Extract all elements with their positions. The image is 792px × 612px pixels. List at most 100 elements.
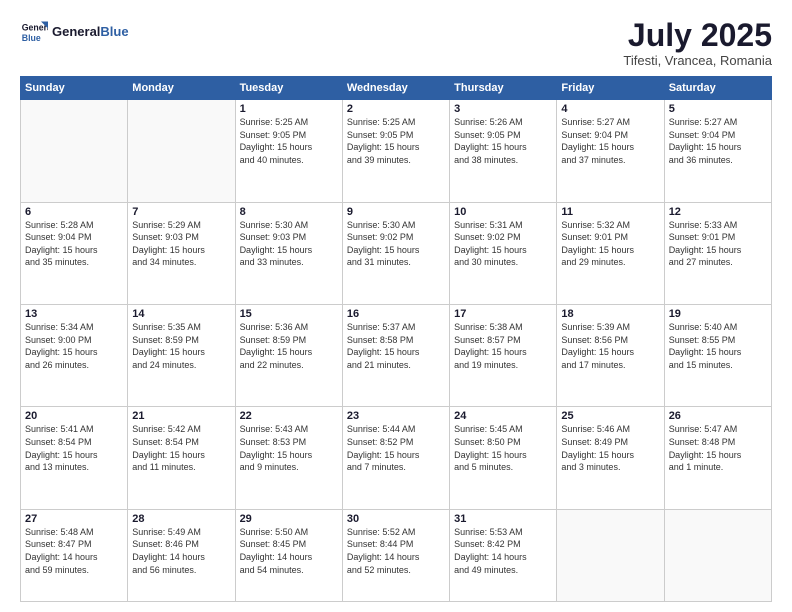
week-row-3: 13Sunrise: 5:34 AM Sunset: 9:00 PM Dayli…	[21, 305, 772, 407]
day-number: 29	[240, 513, 338, 525]
col-saturday: Saturday	[664, 77, 771, 100]
day-info: Sunrise: 5:52 AM Sunset: 8:44 PM Dayligh…	[347, 526, 445, 576]
table-row: 18Sunrise: 5:39 AM Sunset: 8:56 PM Dayli…	[557, 305, 664, 407]
day-info: Sunrise: 5:41 AM Sunset: 8:54 PM Dayligh…	[25, 423, 123, 473]
day-info: Sunrise: 5:35 AM Sunset: 8:59 PM Dayligh…	[132, 321, 230, 371]
day-info: Sunrise: 5:48 AM Sunset: 8:47 PM Dayligh…	[25, 526, 123, 576]
day-number: 19	[669, 308, 767, 320]
day-info: Sunrise: 5:33 AM Sunset: 9:01 PM Dayligh…	[669, 219, 767, 269]
table-row: 29Sunrise: 5:50 AM Sunset: 8:45 PM Dayli…	[235, 509, 342, 601]
day-info: Sunrise: 5:44 AM Sunset: 8:52 PM Dayligh…	[347, 423, 445, 473]
day-info: Sunrise: 5:42 AM Sunset: 8:54 PM Dayligh…	[132, 423, 230, 473]
day-number: 6	[25, 206, 123, 218]
day-number: 18	[561, 308, 659, 320]
day-number: 13	[25, 308, 123, 320]
day-number: 21	[132, 410, 230, 422]
day-number: 2	[347, 103, 445, 115]
day-info: Sunrise: 5:30 AM Sunset: 9:02 PM Dayligh…	[347, 219, 445, 269]
col-sunday: Sunday	[21, 77, 128, 100]
table-row: 24Sunrise: 5:45 AM Sunset: 8:50 PM Dayli…	[450, 407, 557, 509]
subtitle: Tifesti, Vrancea, Romania	[623, 53, 772, 68]
table-row	[128, 100, 235, 202]
table-row: 21Sunrise: 5:42 AM Sunset: 8:54 PM Dayli…	[128, 407, 235, 509]
table-row: 25Sunrise: 5:46 AM Sunset: 8:49 PM Dayli…	[557, 407, 664, 509]
day-number: 5	[669, 103, 767, 115]
day-info: Sunrise: 5:25 AM Sunset: 9:05 PM Dayligh…	[347, 116, 445, 166]
day-number: 23	[347, 410, 445, 422]
day-info: Sunrise: 5:31 AM Sunset: 9:02 PM Dayligh…	[454, 219, 552, 269]
logo-icon: General Blue	[20, 18, 48, 46]
day-info: Sunrise: 5:25 AM Sunset: 9:05 PM Dayligh…	[240, 116, 338, 166]
day-info: Sunrise: 5:37 AM Sunset: 8:58 PM Dayligh…	[347, 321, 445, 371]
table-row: 22Sunrise: 5:43 AM Sunset: 8:53 PM Dayli…	[235, 407, 342, 509]
day-number: 7	[132, 206, 230, 218]
day-info: Sunrise: 5:47 AM Sunset: 8:48 PM Dayligh…	[669, 423, 767, 473]
day-info: Sunrise: 5:53 AM Sunset: 8:42 PM Dayligh…	[454, 526, 552, 576]
day-info: Sunrise: 5:28 AM Sunset: 9:04 PM Dayligh…	[25, 219, 123, 269]
day-info: Sunrise: 5:27 AM Sunset: 9:04 PM Dayligh…	[561, 116, 659, 166]
day-info: Sunrise: 5:40 AM Sunset: 8:55 PM Dayligh…	[669, 321, 767, 371]
main-title: July 2025	[623, 18, 772, 53]
day-number: 31	[454, 513, 552, 525]
table-row: 13Sunrise: 5:34 AM Sunset: 9:00 PM Dayli…	[21, 305, 128, 407]
table-row	[21, 100, 128, 202]
table-row	[557, 509, 664, 601]
day-info: Sunrise: 5:45 AM Sunset: 8:50 PM Dayligh…	[454, 423, 552, 473]
day-info: Sunrise: 5:36 AM Sunset: 8:59 PM Dayligh…	[240, 321, 338, 371]
page: General Blue GeneralBlue July 2025 Tifes…	[0, 0, 792, 612]
day-number: 12	[669, 206, 767, 218]
day-info: Sunrise: 5:50 AM Sunset: 8:45 PM Dayligh…	[240, 526, 338, 576]
table-row: 17Sunrise: 5:38 AM Sunset: 8:57 PM Dayli…	[450, 305, 557, 407]
table-row: 26Sunrise: 5:47 AM Sunset: 8:48 PM Dayli…	[664, 407, 771, 509]
table-row: 2Sunrise: 5:25 AM Sunset: 9:05 PM Daylig…	[342, 100, 449, 202]
table-row: 19Sunrise: 5:40 AM Sunset: 8:55 PM Dayli…	[664, 305, 771, 407]
day-number: 24	[454, 410, 552, 422]
day-number: 16	[347, 308, 445, 320]
table-row: 30Sunrise: 5:52 AM Sunset: 8:44 PM Dayli…	[342, 509, 449, 601]
table-row: 4Sunrise: 5:27 AM Sunset: 9:04 PM Daylig…	[557, 100, 664, 202]
day-number: 11	[561, 206, 659, 218]
day-info: Sunrise: 5:49 AM Sunset: 8:46 PM Dayligh…	[132, 526, 230, 576]
svg-text:Blue: Blue	[22, 33, 41, 43]
table-row: 7Sunrise: 5:29 AM Sunset: 9:03 PM Daylig…	[128, 202, 235, 304]
table-row: 6Sunrise: 5:28 AM Sunset: 9:04 PM Daylig…	[21, 202, 128, 304]
logo-line1: GeneralBlue	[52, 25, 129, 39]
col-monday: Monday	[128, 77, 235, 100]
day-number: 27	[25, 513, 123, 525]
day-info: Sunrise: 5:27 AM Sunset: 9:04 PM Dayligh…	[669, 116, 767, 166]
table-row: 11Sunrise: 5:32 AM Sunset: 9:01 PM Dayli…	[557, 202, 664, 304]
table-row: 31Sunrise: 5:53 AM Sunset: 8:42 PM Dayli…	[450, 509, 557, 601]
day-info: Sunrise: 5:30 AM Sunset: 9:03 PM Dayligh…	[240, 219, 338, 269]
table-row: 27Sunrise: 5:48 AM Sunset: 8:47 PM Dayli…	[21, 509, 128, 601]
day-info: Sunrise: 5:38 AM Sunset: 8:57 PM Dayligh…	[454, 321, 552, 371]
day-number: 14	[132, 308, 230, 320]
title-block: July 2025 Tifesti, Vrancea, Romania	[623, 18, 772, 68]
header: General Blue GeneralBlue July 2025 Tifes…	[20, 18, 772, 68]
week-row-5: 27Sunrise: 5:48 AM Sunset: 8:47 PM Dayli…	[21, 509, 772, 601]
day-number: 28	[132, 513, 230, 525]
day-number: 4	[561, 103, 659, 115]
day-info: Sunrise: 5:26 AM Sunset: 9:05 PM Dayligh…	[454, 116, 552, 166]
table-row: 1Sunrise: 5:25 AM Sunset: 9:05 PM Daylig…	[235, 100, 342, 202]
col-tuesday: Tuesday	[235, 77, 342, 100]
day-number: 30	[347, 513, 445, 525]
week-row-2: 6Sunrise: 5:28 AM Sunset: 9:04 PM Daylig…	[21, 202, 772, 304]
day-info: Sunrise: 5:32 AM Sunset: 9:01 PM Dayligh…	[561, 219, 659, 269]
day-info: Sunrise: 5:39 AM Sunset: 8:56 PM Dayligh…	[561, 321, 659, 371]
day-info: Sunrise: 5:46 AM Sunset: 8:49 PM Dayligh…	[561, 423, 659, 473]
day-number: 1	[240, 103, 338, 115]
col-wednesday: Wednesday	[342, 77, 449, 100]
table-row: 12Sunrise: 5:33 AM Sunset: 9:01 PM Dayli…	[664, 202, 771, 304]
table-row: 3Sunrise: 5:26 AM Sunset: 9:05 PM Daylig…	[450, 100, 557, 202]
col-thursday: Thursday	[450, 77, 557, 100]
day-info: Sunrise: 5:34 AM Sunset: 9:00 PM Dayligh…	[25, 321, 123, 371]
table-row: 14Sunrise: 5:35 AM Sunset: 8:59 PM Dayli…	[128, 305, 235, 407]
day-number: 10	[454, 206, 552, 218]
table-row: 23Sunrise: 5:44 AM Sunset: 8:52 PM Dayli…	[342, 407, 449, 509]
table-row: 15Sunrise: 5:36 AM Sunset: 8:59 PM Dayli…	[235, 305, 342, 407]
day-number: 3	[454, 103, 552, 115]
table-row: 28Sunrise: 5:49 AM Sunset: 8:46 PM Dayli…	[128, 509, 235, 601]
day-info: Sunrise: 5:29 AM Sunset: 9:03 PM Dayligh…	[132, 219, 230, 269]
logo: General Blue GeneralBlue	[20, 18, 129, 46]
logo-text-block: GeneralBlue	[52, 25, 129, 39]
